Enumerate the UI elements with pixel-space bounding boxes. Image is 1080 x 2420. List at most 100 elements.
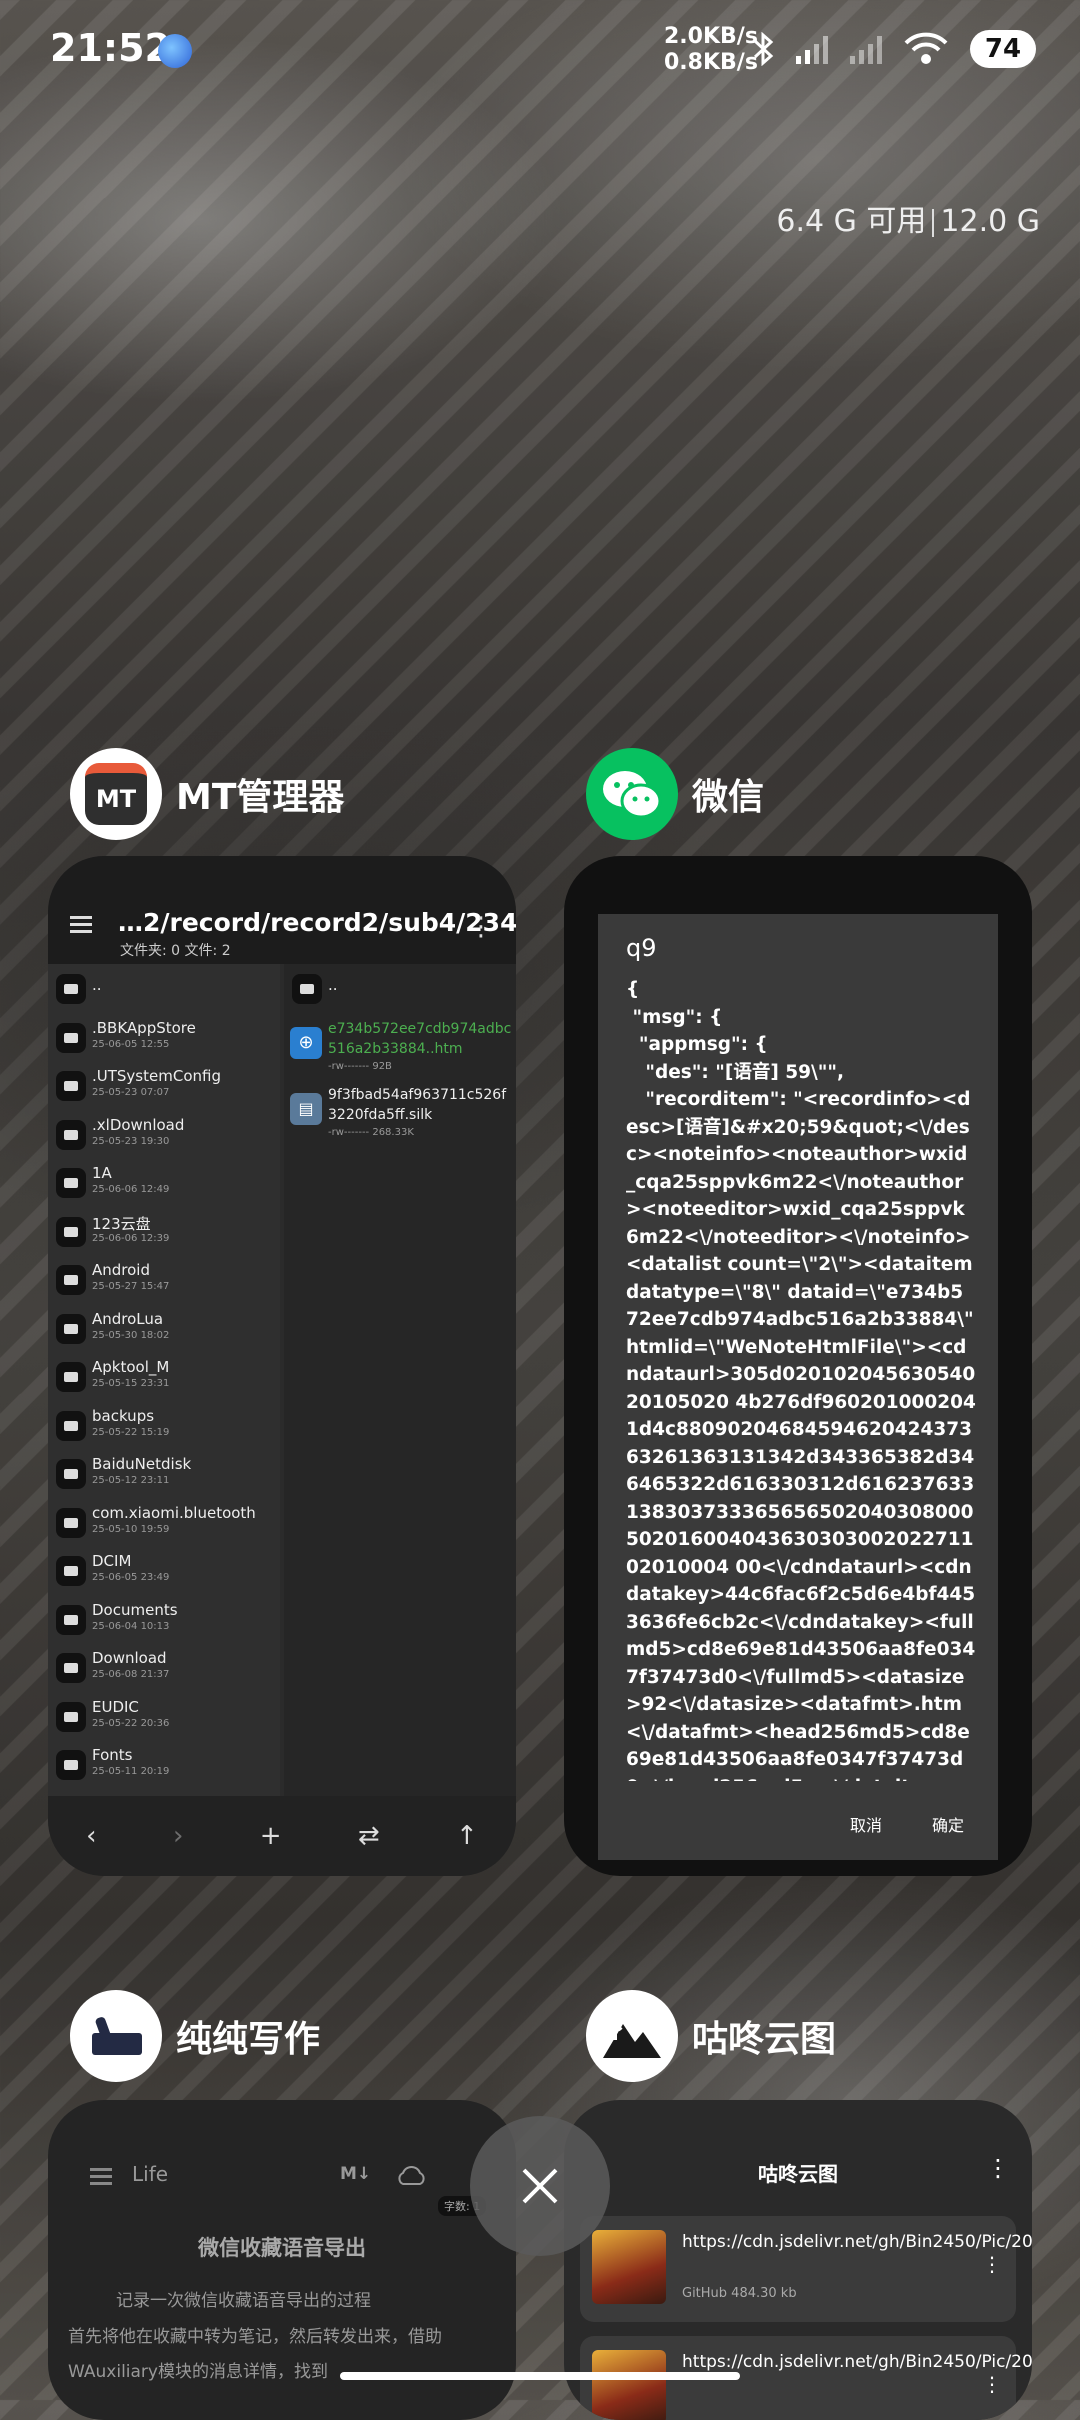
folder-item[interactable]: 123云盘 25-06-06 12:39: [48, 1207, 280, 1256]
folder-name: Apktool_M: [92, 1358, 170, 1376]
cancel-button[interactable]: 取消: [850, 1812, 882, 1836]
folder-icon: [56, 1071, 86, 1101]
folder-icon: [56, 1556, 86, 1586]
image-url: https://cdn.jsdelivr.net/gh/Bin2450/Pic/…: [682, 2232, 1032, 2252]
markdown-icon[interactable]: M↓: [340, 2164, 371, 2184]
message-detail-dialog: q9 { "msg": { "appmsg": { "des": "[语音] 5…: [598, 914, 998, 1860]
close-icon: [522, 2168, 558, 2204]
folder-date: 25-05-23 07:07: [92, 1087, 170, 1098]
folder-item[interactable]: backups 25-05-22 15:19: [48, 1401, 280, 1450]
folder-date: 25-06-05 23:49: [92, 1572, 170, 1583]
folder-item[interactable]: BaiduNetdisk 25-05-12 23:11: [48, 1449, 280, 1498]
forward-icon[interactable]: ›: [173, 1821, 183, 1851]
status-time: 21:52: [50, 26, 171, 70]
add-icon[interactable]: +: [260, 1821, 282, 1851]
folder-icon: [56, 1313, 86, 1344]
list-item[interactable]: ..: [284, 964, 516, 1013]
signal-2-icon: [850, 34, 882, 64]
mt-manager-card[interactable]: …2/record/record2/sub4/234975/ 文件夹: 0 文件…: [48, 856, 516, 1876]
app-header-mt[interactable]: MT MT管理器: [70, 748, 344, 840]
dialog-body: { "msg": { "appmsg": { "des": "[语音] 59\"…: [626, 979, 976, 1781]
folder-date: 25-06-04 10:13: [92, 1620, 170, 1632]
folder-item[interactable]: .UTSystemConfig 25-05-23 07:07: [48, 1061, 280, 1110]
folder-item[interactable]: AndroLua 25-05-30 18:02: [48, 1304, 280, 1353]
memory-total: 12.0 G: [940, 204, 1040, 239]
folder-item[interactable]: DCIM 25-06-05 23:49: [48, 1546, 280, 1595]
file-name: 9f3fbad54af963711c526f3220fda5ff.silk: [328, 1086, 507, 1123]
cloud-icon[interactable]: [396, 2164, 426, 2186]
app-name-mt: MT管理器: [176, 777, 345, 818]
status-icons: 74: [752, 30, 1036, 68]
folder-icon: [56, 1459, 86, 1489]
doc-heading: 微信收藏语音导出: [198, 2236, 366, 2260]
folder-name: AndroLua: [92, 1309, 164, 1328]
folder-item[interactable]: .xlDownload 25-05-23 19:30: [48, 1110, 280, 1159]
folder-icon: [56, 1362, 86, 1392]
folder-name: Documents: [92, 1600, 178, 1619]
app-name-wechat: 微信: [692, 777, 765, 818]
confirm-button[interactable]: 确定: [932, 1812, 964, 1836]
folder-item[interactable]: .BBKAppStore 25-06-05 12:55: [48, 1013, 280, 1062]
folder-icon: [56, 974, 86, 1004]
more-options-icon[interactable]: ⋮: [468, 912, 494, 942]
item-more-icon[interactable]: ⋮: [982, 2372, 1002, 2396]
folder-name: 123云盘: [92, 1214, 151, 1233]
up-icon[interactable]: ↑: [456, 1821, 478, 1851]
folder-name: Fonts: [92, 1746, 133, 1764]
wechat-card[interactable]: q9 { "msg": { "appmsg": { "des": "[语音] 5…: [564, 856, 1032, 1876]
app-header-wechat[interactable]: 微信: [586, 748, 764, 840]
network-speed: 2.0KB/s 0.8KB/s: [664, 24, 758, 76]
memory-available: 6.4 G 可用: [776, 204, 927, 239]
item-more-icon[interactable]: ⋮: [982, 2252, 1002, 2276]
folder-item[interactable]: ..: [48, 964, 280, 1013]
folder-file-counts: 文件夹: 0 文件: 2: [120, 943, 231, 959]
folder-date: 25-05-15 23:31: [92, 1378, 170, 1389]
bluetooth-icon: [753, 32, 774, 66]
image-list-item[interactable]: https://cdn.jsdelivr.net/gh/Bin2450/Pic/…: [580, 2216, 1032, 2322]
back-icon[interactable]: ‹: [86, 1821, 96, 1851]
right-pane-list: .. ⊕ e734b572ee7cdb974adbc516a2b33884..h…: [284, 964, 516, 1796]
folder-icon: [56, 1265, 86, 1295]
folder-name: 1A: [92, 1164, 112, 1182]
folder-date: 25-05-11 20:19: [92, 1766, 170, 1777]
menu-icon[interactable]: [90, 2168, 112, 2186]
folder-item[interactable]: Documents 25-06-04 10:13: [48, 1595, 280, 1644]
gudong-cloud-icon: [586, 1990, 678, 2082]
folder-item[interactable]: 1A 25-06-06 12:49: [48, 1158, 280, 1207]
folder-date: 25-05-30 18:02: [92, 1329, 170, 1341]
folder-name: .UTSystemConfig: [92, 1067, 221, 1085]
menu-icon[interactable]: [70, 916, 92, 934]
clear-all-button[interactable]: [470, 2116, 610, 2256]
more-options-icon[interactable]: ⋮: [986, 2154, 1010, 2182]
file-item-htm[interactable]: ⊕ e734b572ee7cdb974adbc516a2b33884..htm …: [284, 1013, 516, 1079]
home-gesture-bar[interactable]: [340, 2372, 740, 2380]
folder-icon: [56, 1022, 86, 1053]
folder-item[interactable]: Android 25-05-27 15:47: [48, 1255, 280, 1304]
folder-date: 25-05-27 15:47: [92, 1281, 170, 1292]
folder-date: 25-05-23 19:30: [92, 1135, 170, 1147]
folder-icon: [56, 1653, 86, 1683]
app-header-gudong[interactable]: 咕咚云图: [586, 1990, 836, 2082]
app-name-chunchun: 纯纯写作: [176, 2019, 321, 2060]
folder-icon: [56, 1750, 86, 1780]
folder-item[interactable]: Fonts 25-05-11 20:19: [48, 1740, 280, 1789]
parent-dir: ..: [328, 976, 338, 994]
folder-date: 25-06-06 12:49: [92, 1184, 170, 1195]
folder-icon: [56, 1410, 86, 1441]
app-header-chunchun[interactable]: 纯纯写作: [70, 1990, 320, 2082]
folder-name: ..: [92, 976, 102, 994]
folder-item[interactable]: Download 25-06-08 21:37: [48, 1643, 280, 1692]
folder-item[interactable]: Apktool_M 25-05-15 23:31: [48, 1352, 280, 1401]
file-meta: -rw------- 92B: [328, 1060, 392, 1072]
swap-icon[interactable]: ⇄: [358, 1821, 380, 1851]
folder-date: 25-06-05 12:55: [92, 1038, 170, 1050]
file-item-silk[interactable]: ▤ 9f3fbad54af963711c526f3220fda5ff.silk …: [284, 1079, 516, 1145]
wifi-icon: [904, 32, 948, 64]
left-pane-list: .. .BBKAppStore 25-06-05 12:55 .UTSystemCon…: [48, 964, 280, 1796]
folder-item[interactable]: com.xiaomi.bluetooth 25-05-10 19:59: [48, 1498, 280, 1547]
folder-name: BaiduNetdisk: [92, 1455, 192, 1473]
mt-manager-icon: MT: [70, 748, 162, 840]
folder-item[interactable]: EUDIC 25-05-22 20:36: [48, 1692, 280, 1741]
image-url: https://cdn.jsdelivr.net/gh/Bin2450/Pic/…: [682, 2352, 1032, 2372]
app-name-gudong: 咕咚云图: [692, 2019, 837, 2060]
